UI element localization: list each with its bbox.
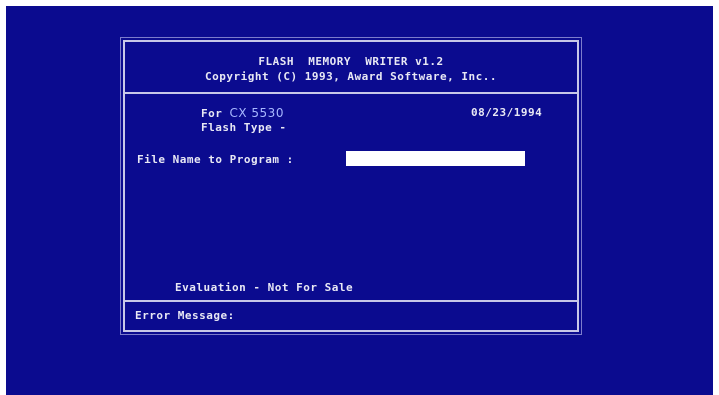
for-label: For (201, 107, 223, 120)
chipset-model: CX 5530 (229, 106, 284, 120)
dialog-footer: Error Message: (125, 300, 577, 330)
copyright-text: Copyright (C) 1993, Award Software, Inc.… (204, 70, 498, 83)
evaluation-notice: Evaluation - Not For Sale (175, 281, 354, 294)
file-name-input[interactable] (346, 151, 525, 166)
for-line: For CX 5530 (201, 106, 284, 120)
flash-writer-dialog: FLASH MEMORY WRITER v1.2 Copyright (C) 1… (120, 37, 582, 335)
bios-date: 08/23/1994 (471, 106, 543, 119)
flash-type-label: Flash Type - (201, 121, 287, 134)
bios-screen: FLASH MEMORY WRITER v1.2 Copyright (C) 1… (6, 6, 713, 395)
file-name-label: File Name to Program : (137, 153, 294, 166)
program-title: FLASH MEMORY WRITER v1.2 (258, 55, 444, 68)
error-message-label: Error Message: (135, 309, 235, 322)
dialog-header: FLASH MEMORY WRITER v1.2 Copyright (C) 1… (125, 42, 577, 94)
